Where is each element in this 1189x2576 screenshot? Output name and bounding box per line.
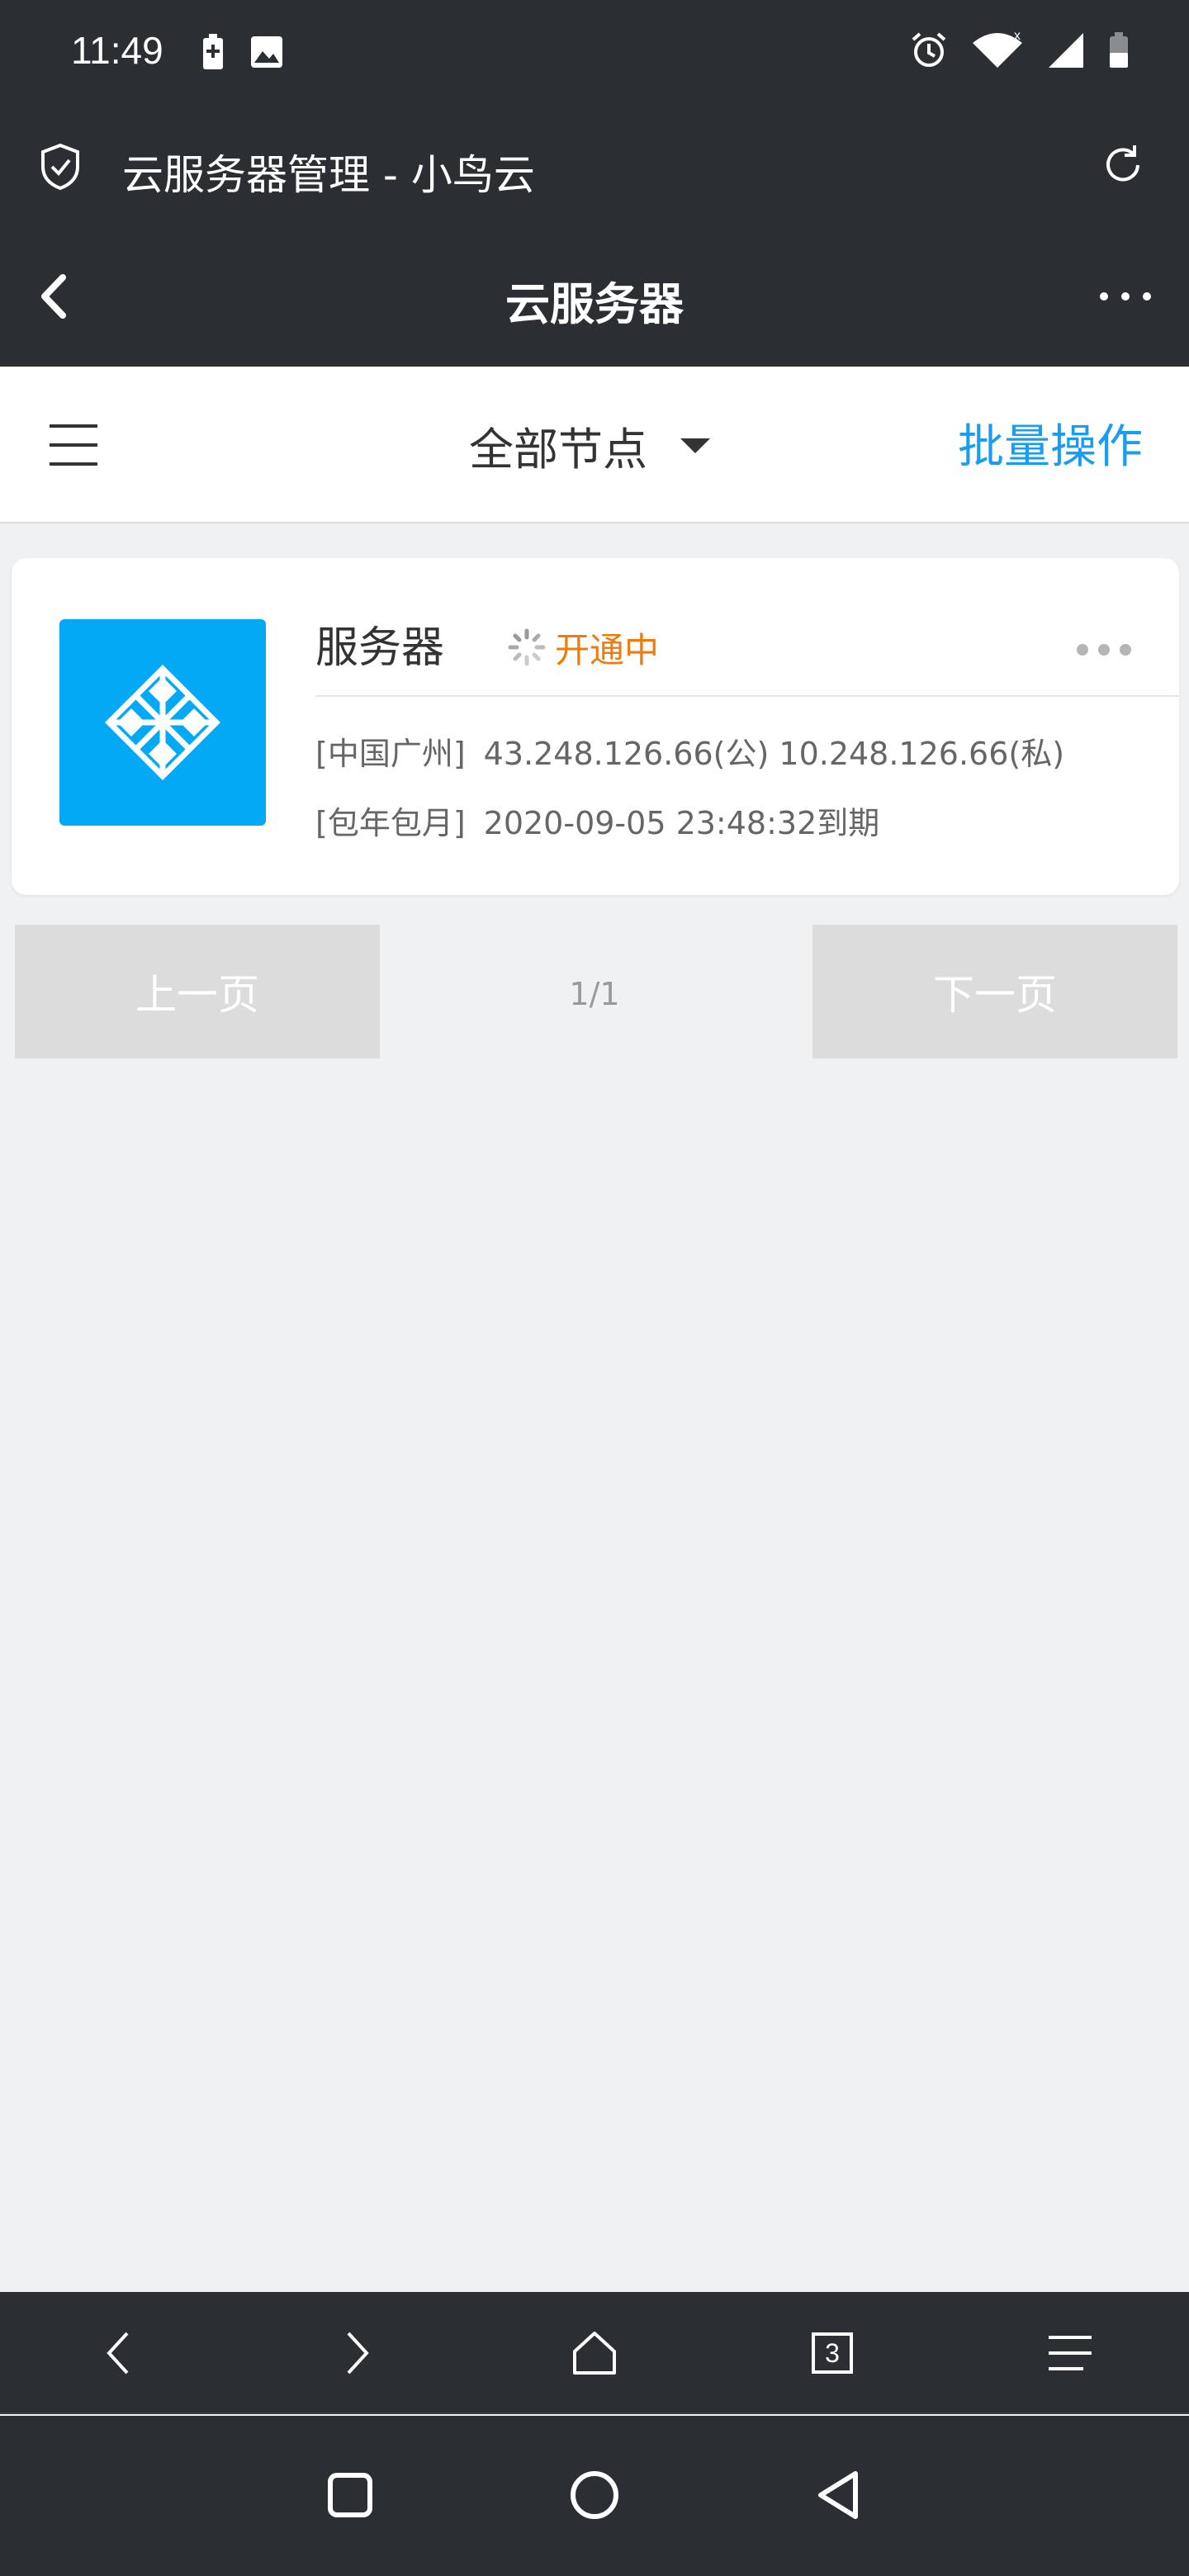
battery-charging-icon (201, 33, 225, 74)
next-page-button[interactable]: 下一页 (812, 925, 1177, 1058)
app-header: 云服务器 (0, 225, 1189, 367)
browser-bar: 云服务器管理 - 小鸟云 (0, 109, 1189, 225)
browser-back-icon[interactable] (89, 2323, 149, 2383)
menu-icon[interactable] (50, 424, 97, 481)
alarm-icon (910, 31, 948, 73)
tabs-icon[interactable]: 3 (803, 2323, 862, 2383)
svg-text:x: x (1014, 31, 1021, 43)
server-name: 服务器 (315, 623, 445, 673)
ip-addresses: 43.248.126.66(公) 10.248.126.66(私) (483, 736, 1065, 772)
filter-bar: 全部节点 批量操作 (0, 367, 1189, 523)
billing-tag: [包年包月] (315, 805, 466, 841)
refresh-icon[interactable] (1098, 140, 1148, 193)
location-tag: [中国广州] (315, 736, 466, 772)
recents-icon[interactable] (317, 2462, 383, 2528)
status-right-icons: x (910, 29, 1130, 73)
system-nav-bar (0, 2416, 1189, 2576)
page-title: 云服务器 (505, 278, 684, 330)
status-time: 11:49 (71, 29, 163, 72)
centos-logo-icon (59, 619, 266, 826)
status-bar: 11:49 x (0, 0, 1189, 109)
home-button-icon[interactable] (561, 2462, 628, 2528)
card-more-icon[interactable] (1077, 644, 1131, 656)
home-icon[interactable] (565, 2323, 624, 2383)
server-address-line: [中国广州] 43.248.126.66(公) 10.248.126.66(私) (315, 728, 1064, 774)
browser-forward-icon[interactable] (327, 2323, 386, 2383)
shield-icon[interactable] (38, 142, 83, 195)
expiry-date: 2020-09-05 23:48:32到期 (483, 805, 880, 841)
divider (315, 695, 1179, 697)
wifi-icon: x (971, 29, 1024, 73)
browser-menu-icon[interactable] (1040, 2323, 1100, 2383)
battery-icon (1108, 31, 1130, 73)
batch-action-button[interactable]: 批量操作 (958, 410, 1143, 476)
more-options-icon[interactable] (1100, 292, 1151, 301)
status-badge: 开通中 (555, 630, 660, 670)
caret-down-icon (680, 438, 710, 453)
browser-toolbar: 3 (0, 2292, 1189, 2414)
node-select[interactable]: 全部节点 (469, 413, 710, 478)
status-left-icons (201, 33, 284, 74)
image-icon (249, 35, 284, 73)
server-billing-line: [包年包月] 2020-09-05 23:48:32到期 (315, 798, 879, 843)
tab-count: 3 (812, 2332, 853, 2374)
browser-page-title: 云服务器管理 - 小鸟云 (122, 151, 535, 199)
loading-spinner-icon (507, 627, 547, 667)
signal-icon (1047, 31, 1085, 73)
server-card[interactable]: 服务器 开通中 [中国广州] 43.248.126.66(公) 10.248.12… (12, 558, 1179, 895)
system-back-icon[interactable] (806, 2462, 872, 2528)
node-select-label: 全部节点 (469, 424, 647, 476)
